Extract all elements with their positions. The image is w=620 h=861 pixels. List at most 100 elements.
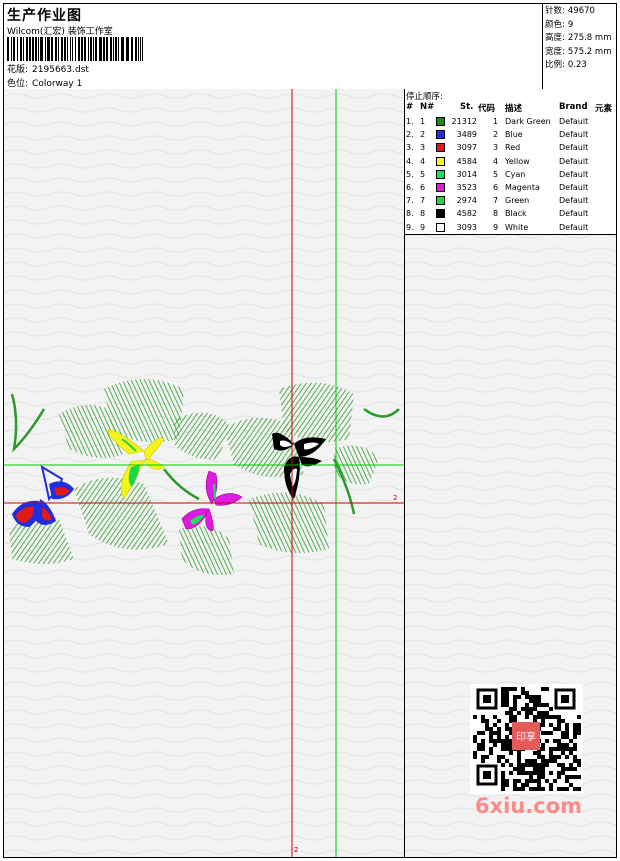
col-element: 元素: [595, 104, 613, 114]
row-code: 9: [493, 222, 499, 232]
row-num: 2.: [406, 130, 414, 140]
row-num: 8.: [406, 209, 414, 219]
table-row: 5. 5 3014 5 Cyan Default: [405, 168, 616, 181]
design-file-label: 花版:: [7, 65, 29, 75]
design-canvas[interactable]: 2 2: [4, 89, 405, 857]
row-needle: 5: [420, 169, 426, 179]
table-row: 7. 7 2974 7 Green Default: [405, 194, 616, 207]
axis-y-label: 2: [294, 846, 299, 854]
row-brand: Default: [559, 196, 589, 206]
col-description: 描述: [505, 104, 523, 114]
colorway-label: 色位:: [7, 79, 29, 89]
row-code: 1: [493, 117, 499, 126]
design-file: 花版: 2195663.dst: [7, 62, 89, 75]
stat-stitches-label: 针数:: [545, 6, 565, 16]
colorway-value: Colorway 1: [32, 79, 83, 89]
row-stitches: 21312: [451, 117, 477, 126]
row-stitches: 4584: [456, 156, 477, 166]
col-stitches: St.: [460, 102, 474, 112]
row-num: 4.: [406, 156, 414, 166]
embroidery-preview: [4, 89, 404, 857]
color-swatch: [436, 183, 445, 192]
row-code: 4: [493, 156, 499, 166]
site-logo: 6xiu.com: [475, 794, 583, 818]
color-swatch: [436, 156, 445, 166]
row-brand: Default: [559, 130, 589, 140]
table-row: 4. 4 4584 4 Yellow Default: [405, 155, 616, 168]
row-stitches: 3093: [456, 222, 477, 232]
design-file-value: 2195663.dst: [32, 65, 89, 75]
row-num: 6.: [406, 183, 414, 192]
col-num: #: [406, 102, 414, 112]
row-brand: Default: [559, 169, 589, 179]
row-needle: 1: [420, 117, 426, 126]
row-stitches: 3097: [456, 143, 477, 153]
row-needle: 2: [420, 130, 426, 140]
row-num: 3.: [406, 143, 414, 153]
row-description: Red: [505, 143, 521, 153]
company-name: Wilcom(汇宏) 装饰工作室: [7, 27, 113, 37]
stat-scale-label: 比例:: [545, 60, 565, 70]
color-swatch: [436, 209, 445, 219]
color-swatch: [436, 222, 445, 232]
production-sheet: 生产作业图 Wilcom(汇宏) 装饰工作室 花版: 2195663.dst 色位…: [3, 3, 617, 858]
barcode-image: [7, 37, 143, 61]
table-row: 9. 9 3093 9 White Default: [405, 221, 616, 234]
row-description: Cyan: [505, 169, 526, 179]
row-stitches: 4582: [456, 209, 477, 219]
table-row: 6. 6 3523 6 Magenta Default: [405, 181, 616, 194]
row-code: 5: [493, 169, 499, 179]
color-swatch: [436, 143, 445, 153]
stat-scale-value: 0.23: [567, 60, 587, 70]
row-stitches: 3489: [456, 130, 477, 140]
table-row: 8. 8 4582 8 Black Default: [405, 207, 616, 220]
stat-stitches-value: 49670: [567, 6, 595, 16]
sheet-title: 生产作业图: [7, 8, 82, 24]
row-brand: Default: [559, 143, 589, 153]
stop-sequence-header: # N# St. 代码 描述 Brand 元素: [405, 102, 616, 114]
row-stitches: 2974: [456, 196, 477, 206]
row-needle: 6: [420, 183, 426, 192]
stat-scale: 比例: 0.23: [545, 59, 616, 73]
colorway: 色位: Colorway 1: [7, 76, 82, 89]
row-code: 3: [493, 143, 499, 153]
row-code: 6: [493, 183, 499, 192]
row-brand: Default: [559, 183, 589, 192]
table-row: 3. 3 3097 3 Red Default: [405, 141, 616, 154]
col-code: 代码: [478, 104, 496, 114]
row-code: 7: [493, 196, 499, 206]
row-description: Black: [505, 209, 527, 219]
row-description: Dark Green: [505, 117, 551, 126]
row-num: 1.: [406, 117, 414, 126]
row-description: Magenta: [505, 183, 540, 192]
design-stats: 针数: 49670 颜色: 9 高度: 275.8 mm 宽度: 575.2 mm 比例…: [542, 4, 616, 89]
row-num: 9.: [406, 222, 414, 232]
row-stitches: 3523: [456, 183, 477, 192]
table-row: 2. 2 3489 2 Blue Default: [405, 128, 616, 141]
stat-width-value: 575.2 mm: [567, 46, 612, 57]
stamp-text: 印享: [516, 730, 536, 743]
stop-sequence-table: 停止顺序: # N# St. 代码 描述 Brand 元素 1. 1 21312 1 D…: [405, 89, 616, 235]
row-brand: Default: [559, 222, 589, 232]
axis-x-label: 2: [393, 494, 398, 502]
row-num: 7.: [406, 196, 414, 206]
stat-height: 高度: 275.8 mm: [545, 32, 616, 46]
col-brand: Brand: [559, 102, 588, 112]
row-needle: 8: [420, 209, 426, 219]
stat-colors: 颜色: 9: [545, 19, 616, 33]
row-needle: 3: [420, 143, 426, 153]
row-description: Green: [505, 196, 530, 206]
row-code: 8: [493, 209, 499, 219]
row-needle: 9: [420, 222, 426, 232]
stat-colors-value: 9: [567, 19, 574, 30]
stat-width-label: 宽度:: [545, 46, 565, 57]
qr-code-image: 印享: [470, 684, 583, 794]
table-row: 1. 1 21312 1 Dark Green Default: [405, 115, 616, 128]
row-brand: Default: [559, 156, 589, 166]
row-brand: Default: [559, 209, 589, 219]
row-needle: 7: [420, 196, 426, 206]
row-description: White: [505, 222, 529, 232]
stat-stitches: 针数: 49670: [545, 5, 616, 19]
color-swatch: [436, 196, 445, 206]
qr-code-watermark: 印享: [470, 684, 583, 794]
